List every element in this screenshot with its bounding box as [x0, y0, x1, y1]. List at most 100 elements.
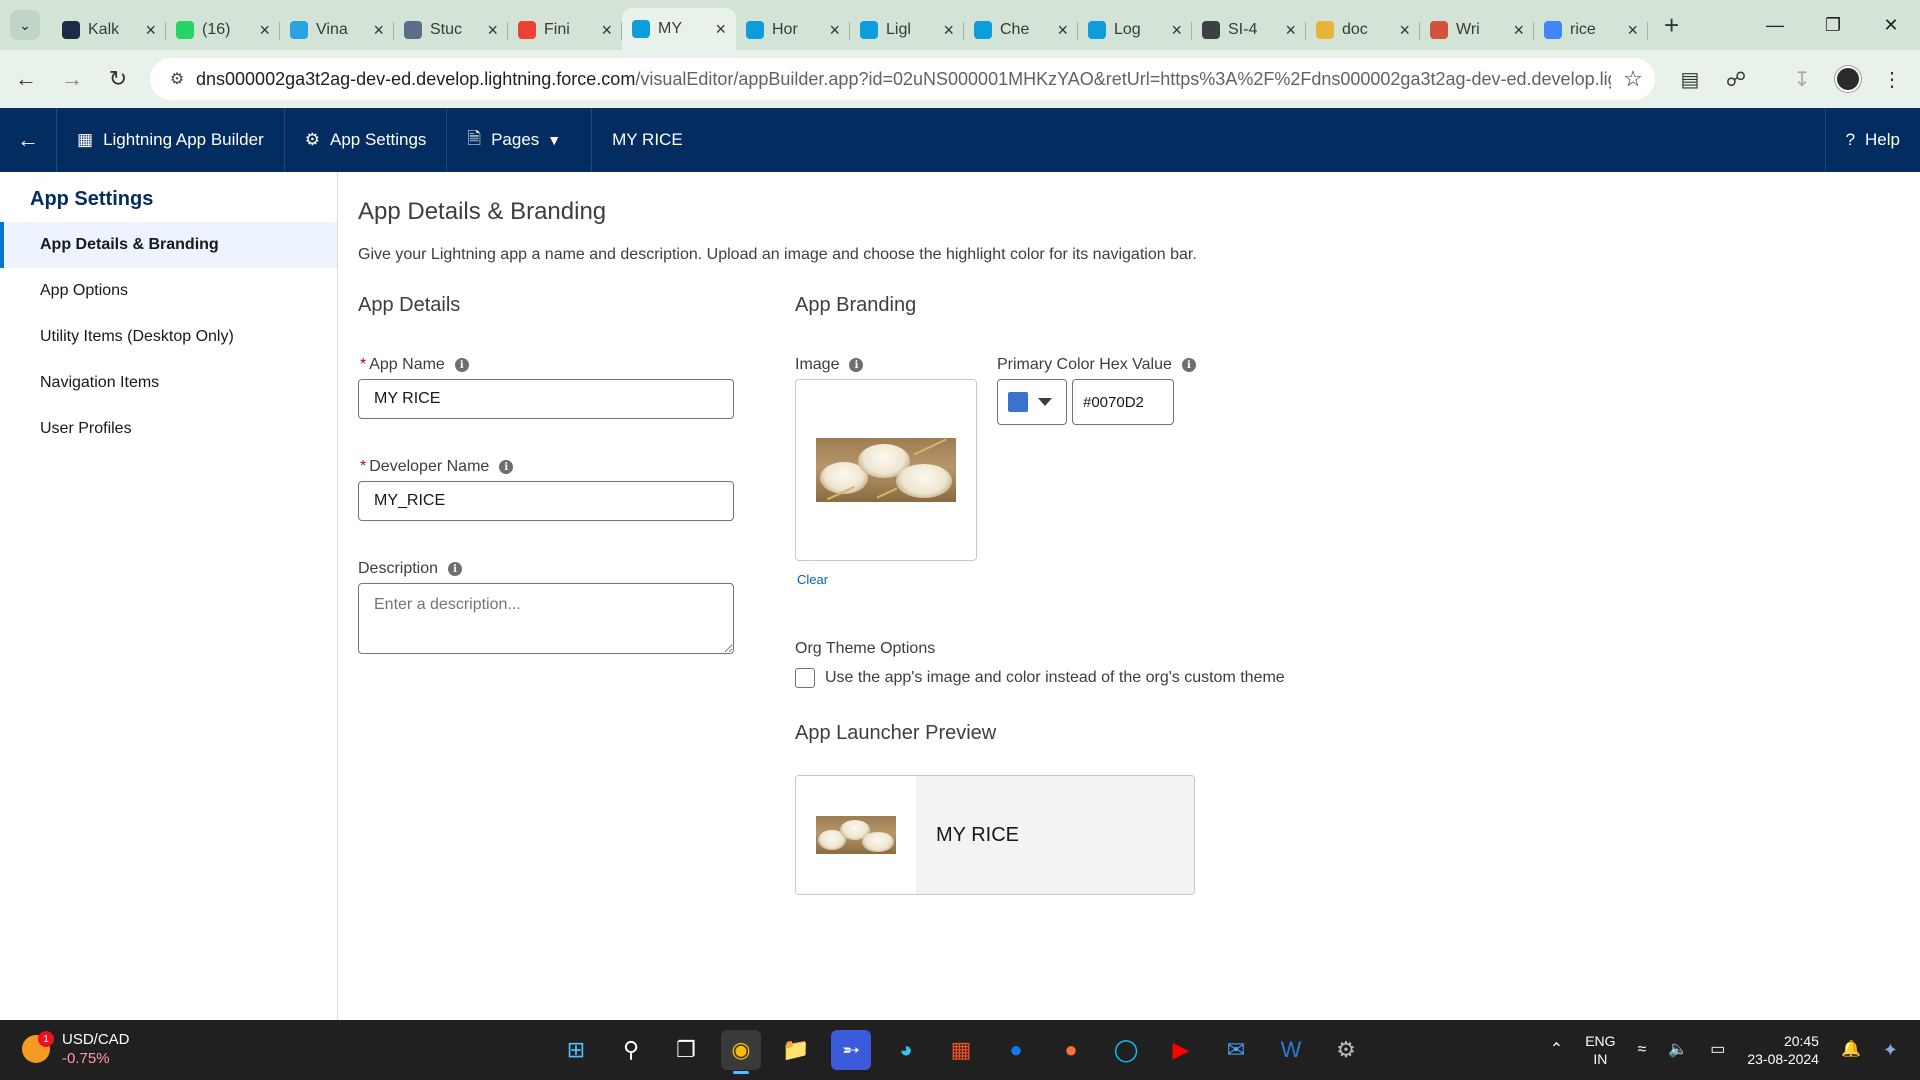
chevron-up-icon[interactable]: ⌃ [1550, 1041, 1563, 1059]
sidebar-item[interactable]: User Profiles [0, 406, 337, 452]
info-icon[interactable]: i [454, 358, 469, 372]
tab-close-icon[interactable]: × [829, 20, 840, 41]
tab-close-icon[interactable]: × [1285, 20, 1296, 41]
browser-tab[interactable]: Vina × [280, 10, 394, 50]
profile-avatar[interactable] [1828, 58, 1868, 100]
browser-tab[interactable]: SI-4 × [1192, 10, 1306, 50]
address-bar[interactable]: ⚙ dns000002ga3t2ag-dev-ed.develop.lightn… [150, 58, 1655, 100]
tab-title: Log [1114, 21, 1141, 38]
currency-icon: 1 [22, 1031, 54, 1063]
settings-gear-icon[interactable]: ⚙ [1326, 1030, 1366, 1070]
file-explorer-icon[interactable]: 📁 [776, 1030, 816, 1070]
youtube-icon[interactable]: ▶ [1161, 1030, 1201, 1070]
info-icon[interactable]: i [849, 358, 864, 372]
org-theme-checkbox[interactable] [795, 668, 815, 688]
info-icon[interactable]: i [448, 562, 463, 576]
tab-close-icon[interactable]: × [487, 20, 498, 41]
url-text[interactable]: dns000002ga3t2ag-dev-ed.develop.lightnin… [196, 69, 1611, 90]
browser-menu-icon[interactable]: ⋮ [1872, 58, 1912, 100]
browser-tab[interactable]: Ligl × [850, 10, 964, 50]
new-tab-button[interactable]: + [1664, 10, 1679, 41]
wifi-icon[interactable]: ≈ [1638, 1041, 1647, 1059]
tab-close-icon[interactable]: × [1513, 20, 1524, 41]
browser-tab[interactable]: (16) × [166, 10, 280, 50]
pages-dropdown[interactable]: 🗎 Pages ▼ [447, 108, 593, 172]
sidebar-item[interactable]: Utility Items (Desktop Only) [0, 314, 337, 360]
preview-image [796, 776, 916, 894]
browser-tab[interactable]: Kalk × [52, 10, 166, 50]
sidebar-item[interactable]: App Details & Branding [0, 222, 337, 268]
restore-button[interactable]: ❐ [1804, 0, 1862, 50]
browser-tab[interactable]: doc × [1306, 10, 1420, 50]
battery-icon[interactable]: ▭ [1710, 1041, 1725, 1059]
reload-button[interactable]: ↻ [98, 59, 138, 99]
browser-tab[interactable]: Wri × [1420, 10, 1534, 50]
windows-start-icon[interactable]: ⊞ [556, 1030, 596, 1070]
sidebar-item[interactable]: Navigation Items [0, 360, 337, 406]
org-theme-checkbox-label[interactable]: Use the app's image and color instead of… [825, 669, 1285, 687]
back-button[interactable]: ← [6, 59, 46, 99]
browser-tab[interactable]: Log × [1078, 10, 1192, 50]
sidebar-heading: App Settings [30, 188, 154, 210]
tab-close-icon[interactable]: × [1627, 20, 1638, 41]
chrome-icon[interactable]: ◉ [721, 1030, 761, 1074]
back-arrow-icon[interactable]: ← [0, 108, 57, 172]
help-button[interactable]: ? Help [1824, 108, 1920, 172]
site-info-icon[interactable]: ⚙ [158, 69, 196, 89]
close-window-button[interactable]: ✕ [1862, 0, 1920, 50]
reading-mode-icon[interactable]: ▤ [1670, 58, 1710, 100]
bookmark-star-icon[interactable]: ☆ [1611, 66, 1655, 92]
copilot-icon[interactable]: ✦ [1883, 1041, 1898, 1059]
developer-name-input[interactable] [358, 481, 734, 521]
app-image-upload[interactable] [795, 379, 977, 561]
browser-tab[interactable]: rice × [1534, 10, 1648, 50]
tab-close-icon[interactable]: × [1399, 20, 1410, 41]
browser-tab[interactable]: Stuc × [394, 10, 508, 50]
browser-tab[interactable]: Fini × [508, 10, 622, 50]
sidebar-item[interactable]: App Options [0, 268, 337, 314]
tab-close-icon[interactable]: × [715, 19, 726, 40]
extensions-icon[interactable]: ☍ [1716, 58, 1756, 100]
volume-icon[interactable]: 🔈 [1668, 1041, 1688, 1059]
tab-search-menu-button[interactable]: ⌄ [10, 10, 40, 40]
app-name-input[interactable] [358, 379, 734, 419]
info-icon[interactable]: i [499, 460, 514, 474]
description-textarea[interactable] [358, 583, 734, 654]
tab-title: rice [1570, 21, 1596, 38]
task-view-icon[interactable]: ❐ [666, 1030, 706, 1070]
forward-button[interactable]: → [52, 59, 92, 99]
edge-icon[interactable]: ◕ [886, 1030, 926, 1070]
tab-close-icon[interactable]: × [1171, 20, 1182, 41]
notification-bell-icon[interactable]: 🔔 [1841, 1041, 1861, 1059]
language-indicator[interactable]: ENG IN [1585, 1032, 1615, 1068]
word-icon[interactable]: W [1271, 1030, 1311, 1070]
tab-close-icon[interactable]: × [943, 20, 954, 41]
hex-color-input[interactable] [1072, 379, 1174, 425]
facebook-icon[interactable]: ● [996, 1030, 1036, 1070]
download-icon[interactable]: ↧ [1782, 58, 1822, 100]
clock[interactable]: 20:45 23-08-2024 [1747, 1032, 1819, 1068]
firefox-icon[interactable]: ● [1051, 1030, 1091, 1070]
store-icon[interactable]: ▦ [941, 1030, 981, 1070]
weather-ticker-widget[interactable]: 1 USD/CAD -0.75% [22, 1030, 130, 1068]
search-icon[interactable]: ⚲ [611, 1030, 651, 1070]
mail-icon[interactable]: ✉ [1216, 1030, 1256, 1070]
tab-close-icon[interactable]: × [601, 20, 612, 41]
info-icon[interactable]: i [1181, 358, 1196, 372]
browser-tab-strip: ⌄ Kalk × (16) × Vina × Stuc × Fini × MY × Hor × Ligl × C… [0, 0, 1920, 50]
browser-tab[interactable]: Che × [964, 10, 1078, 50]
clear-image-link[interactable]: Clear [797, 572, 828, 587]
tab-close-icon[interactable]: × [259, 20, 270, 41]
browser-tab[interactable]: Hor × [736, 10, 850, 50]
tab-close-icon[interactable]: × [145, 20, 156, 41]
tab-close-icon[interactable]: × [373, 20, 384, 41]
primary-color-label: Primary Color Hex Value i [997, 356, 1196, 374]
code-editor-icon[interactable]: ➵ [831, 1030, 871, 1070]
alexa-icon[interactable]: ◯ [1106, 1030, 1146, 1070]
minimize-button[interactable]: — [1746, 0, 1804, 50]
app-settings-button[interactable]: ⚙ App Settings [285, 108, 448, 172]
color-picker-button[interactable] [997, 379, 1067, 425]
tab-close-icon[interactable]: × [1057, 20, 1068, 41]
lightning-app-builder-button[interactable]: ▦ Lightning App Builder [57, 108, 285, 172]
browser-tab[interactable]: MY × [622, 8, 736, 50]
